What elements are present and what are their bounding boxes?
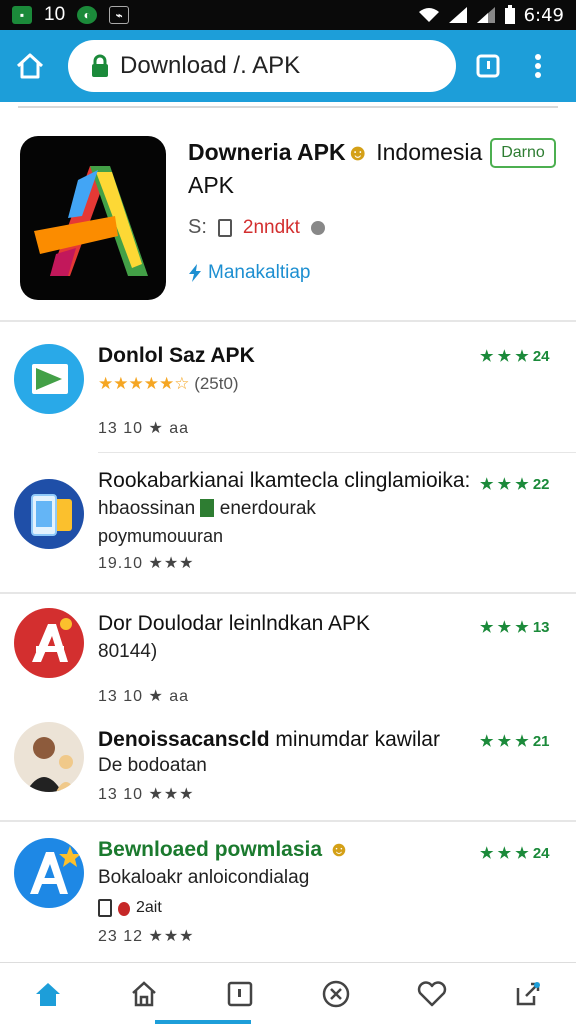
nav-tabs[interactable] — [192, 963, 288, 1024]
featured-link-text: Manakaltiap — [208, 262, 311, 283]
item-subtitle-row: hbaossinan enerdourak — [98, 495, 478, 522]
featured-meta: S: 2nndkt — [188, 216, 326, 239]
item-title-bold: Denoissacanscld — [98, 728, 270, 751]
notification-icon: ▪ — [12, 6, 32, 24]
bug-icon — [118, 901, 130, 916]
close-circle-icon — [322, 980, 350, 1007]
share-icon — [516, 981, 540, 1005]
url-text: Download /. APK — [120, 52, 301, 79]
item-title: Rookabarkianai lkamtecla clinglamioika: — [98, 469, 471, 492]
status-time: 6:49 — [523, 4, 564, 26]
wifi-icon — [418, 8, 439, 22]
home-icon — [132, 980, 156, 1006]
item-meta: 13 10 ★★★ — [98, 786, 195, 803]
nav-favorites[interactable] — [384, 963, 480, 1024]
battery-icon — [504, 5, 515, 24]
list-item[interactable]: Donlol Saz APK ★★★★★☆ (25t0) 13 10 ★ aa … — [0, 322, 576, 452]
rating-count: (25t0) — [194, 374, 239, 393]
item-rating: ★ ★ ★ 21 — [480, 733, 550, 750]
more-vert-icon — [535, 54, 541, 78]
home-icon — [16, 53, 44, 79]
item-stars-row: ★★★★★☆ (25t0) — [98, 370, 478, 397]
home-filled-icon — [36, 982, 60, 1006]
featured-meta-prefix: S: — [188, 216, 207, 238]
bottom-navigation — [0, 962, 576, 1024]
item-extra: 2ait — [136, 899, 162, 916]
item-subtitle: De bodoatan — [98, 755, 207, 776]
overflow-menu-button[interactable] — [518, 30, 558, 102]
globe-icon — [310, 220, 325, 235]
lightning-icon — [189, 264, 201, 282]
item-meta: 13 10 ★ aa — [98, 688, 190, 705]
item-title: Dor Doulodar leinlndkan APK — [98, 612, 370, 635]
emoji-icon: ☻ — [327, 838, 351, 861]
signal-icon — [448, 7, 467, 23]
app-icon — [14, 344, 84, 414]
item-subtitle: hbaossinan — [98, 498, 196, 519]
star-rating: ★★★★★☆ — [98, 374, 190, 393]
tab-switcher-icon — [476, 54, 500, 78]
featured-app-icon — [20, 136, 166, 300]
phone-icon — [217, 218, 232, 237]
app-icon — [14, 608, 84, 678]
item-rating: ★ ★ ★ 24 — [480, 348, 550, 365]
featured-app-title-bold: Downeria APK — [188, 139, 346, 165]
app-icon — [14, 722, 84, 792]
tab-icon — [227, 981, 253, 1006]
status-number: 10 — [44, 4, 66, 25]
app-icon — [14, 479, 84, 549]
app-icon — [14, 838, 84, 908]
featured-meta-red: 2nndkt — [242, 216, 300, 238]
emoji-icon: ☻ — [345, 139, 370, 165]
item-title: Bewnloaed powmlasia — [98, 838, 323, 861]
nav-share[interactable] — [480, 963, 576, 1024]
item-rating: ★ ★ ★ 22 — [480, 476, 550, 493]
item-title: Denoissacanscld minumdar kawilar — [98, 726, 468, 754]
heart-icon — [417, 980, 447, 1006]
featured-link[interactable]: Manakaltiap — [188, 262, 310, 284]
flag-icon — [200, 499, 215, 517]
home-button[interactable] — [0, 30, 60, 102]
lock-icon — [92, 54, 108, 77]
item-subtitle: 80144) — [98, 641, 158, 662]
featured-badge[interactable]: Darno — [490, 138, 556, 168]
item-rating: ★ ★ ★ 13 — [480, 619, 550, 636]
item-subtitle-2: enerdourak — [219, 498, 316, 519]
item-subtitle: Bokaloakr anloicondialag — [98, 867, 310, 888]
item-subtitle-3: poymumouuran — [98, 526, 224, 546]
status-bar: ▪ 10 ◐ ⌁ 6:49 — [0, 0, 576, 30]
item-meta: 13 10 ★ aa — [98, 420, 190, 437]
item-meta: 19.10 ★★★ — [98, 555, 195, 572]
item-rating: ★ ★ ★ 24 — [480, 845, 550, 862]
list-item[interactable]: Denoissacanscld minumdar kawilar De bodo… — [0, 712, 576, 820]
item-title-rest: minumdar kawilar — [269, 728, 440, 751]
item-title-row: Bewnloaed powmlasia ☻ — [98, 836, 478, 864]
phone-icon — [98, 898, 112, 917]
item-extra-row: 2ait — [98, 894, 478, 921]
active-tab-indicator — [155, 1020, 251, 1024]
nav-close[interactable] — [288, 963, 384, 1024]
nav-home-active[interactable] — [0, 963, 96, 1024]
browser-toolbar: Download /. APK — [0, 30, 576, 102]
address-bar[interactable]: Download /. APK — [68, 40, 456, 92]
tabs-button[interactable] — [458, 30, 518, 102]
list-item[interactable]: Rookabarkianai lkamtecla clinglamioika: … — [0, 453, 576, 591]
list-item[interactable]: Bewnloaed powmlasia ☻ Bokaloakr anloicon… — [0, 822, 576, 960]
app-notification-icon: ◐ — [77, 6, 98, 24]
divider — [18, 106, 558, 108]
nav-home[interactable] — [96, 963, 192, 1024]
featured-app[interactable]: Downeria APK☻ Indomesia APK Darno S: 2nn… — [0, 110, 576, 320]
signal-2-icon — [476, 7, 495, 23]
list-item[interactable]: Dor Doulodar leinlndkan APK 80144) 13 10… — [0, 594, 576, 710]
featured-app-title: Downeria APK☻ Indomesia APK — [188, 136, 488, 202]
item-title: Donlol Saz APK — [98, 344, 255, 367]
item-meta: 23 12 ★★★ — [98, 928, 195, 945]
image-notification-icon: ⌁ — [109, 6, 130, 24]
